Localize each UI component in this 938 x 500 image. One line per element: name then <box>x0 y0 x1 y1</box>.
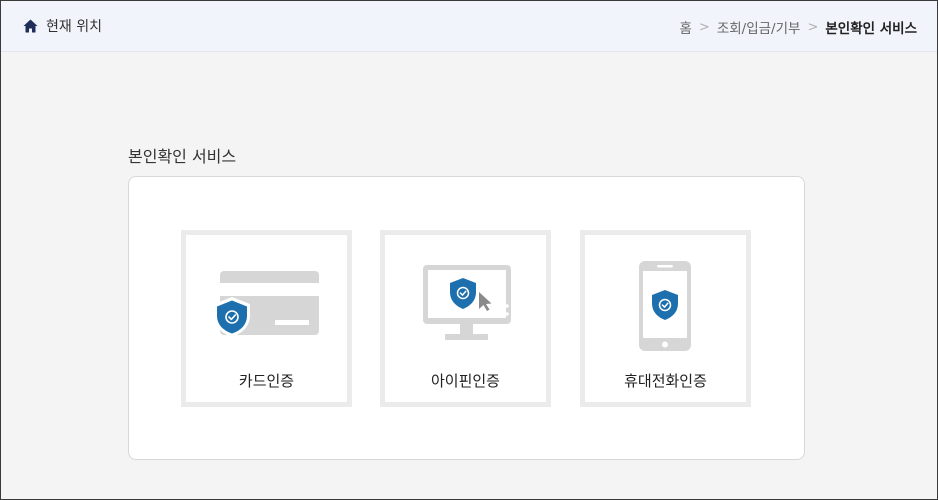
breadcrumb-home[interactable]: 홈 <box>680 17 692 37</box>
current-location-label: 현재 위치 <box>46 19 102 35</box>
current-location: 현재 위치 <box>23 16 102 36</box>
location-bar: 현재 위치 홈 > 조회/입금/기부 > 본인확인 서비스 <box>1 1 937 52</box>
card-auth-option[interactable]: 카드인증 <box>181 230 352 407</box>
ipin-auth-option[interactable]: 아이핀인증 <box>380 230 551 407</box>
breadcrumb: 홈 > 조회/입금/기부 > 본인확인 서비스 <box>680 17 918 38</box>
chevron-right-icon: > <box>698 19 710 35</box>
ipin-auth-label: 아이핀인증 <box>430 372 500 390</box>
phone-auth-option[interactable]: 휴대전화인증 <box>580 230 751 407</box>
breadcrumb-inquiry[interactable]: 조회/입금/기부 <box>717 17 801 37</box>
home-icon <box>23 19 38 33</box>
auth-options-panel: 카드인증 아이핀인증 휴대전화인증 <box>128 176 805 460</box>
page-title: 본인확인 서비스 <box>128 147 237 166</box>
phone-auth-label: 휴대전화인증 <box>624 372 707 390</box>
chevron-right-icon: > <box>807 19 819 35</box>
card-auth-label: 카드인증 <box>238 372 295 390</box>
breadcrumb-current: 본인확인 서비스 <box>825 21 917 37</box>
